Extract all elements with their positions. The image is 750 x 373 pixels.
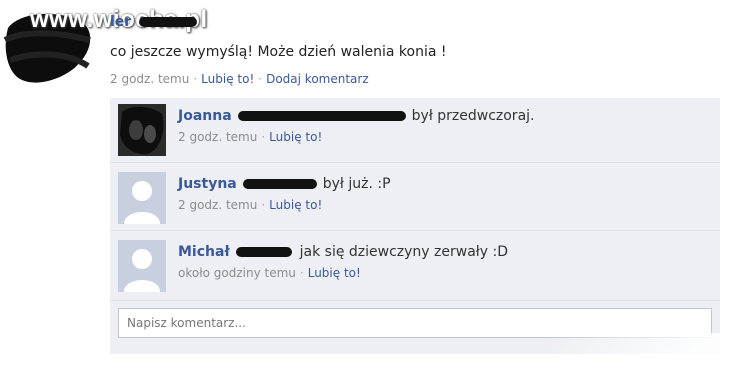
name-redaction: [242, 179, 317, 189]
comment-author-name[interactable]: Justyna: [178, 176, 237, 192]
comment-author-name[interactable]: Joanna: [178, 108, 232, 124]
comment-justyna: Justyna był już. :P 2 godz. temu · Lubię t…: [110, 166, 720, 231]
name-redaction: [139, 17, 198, 27]
comment-like-link[interactable]: Lubię to!: [269, 198, 322, 212]
comment-time: 2 godz. temu: [178, 198, 258, 212]
name-redaction: [237, 111, 406, 121]
comment-text: jak się dziewczyny zerwały :D: [299, 244, 508, 260]
post-text: co jeszcze wymyślą! Może dzień walenia k…: [110, 44, 447, 60]
post-author[interactable]: ler: [110, 14, 198, 30]
screenshot-glare: [550, 333, 750, 373]
post-meta: 2 godz. temu · Lubię to! · Dodaj komentarz: [110, 72, 369, 86]
add-comment-link[interactable]: Dodaj komentarz: [266, 72, 369, 86]
post-time: 2 godz. temu: [110, 72, 190, 86]
comment-meta: około godziny temu · Lubię to!: [178, 266, 361, 280]
avatar[interactable]: [118, 104, 166, 156]
comment-time: 2 godz. temu: [178, 130, 258, 144]
comment-joanna: Joanna był przedwczoraj. 2 godz. temu · Lu…: [110, 98, 720, 163]
post-author-name[interactable]: ler: [110, 14, 131, 30]
comment-meta: 2 godz. temu · Lubię to!: [178, 198, 323, 212]
comment-like-link[interactable]: Lubię to!: [269, 130, 322, 144]
name-redaction: [235, 247, 292, 257]
comment-time: około godziny temu: [178, 266, 296, 280]
comment-meta: 2 godz. temu · Lubię to!: [178, 130, 323, 144]
default-avatar-icon[interactable]: [118, 172, 166, 224]
post-like-link[interactable]: Lubię to!: [201, 72, 254, 86]
comment-michal: Michał jak się dziewczyny zerwały :D oko…: [110, 234, 720, 301]
comment-like-link[interactable]: Lubię to!: [308, 266, 361, 280]
comments-section: Joanna był przedwczoraj. 2 godz. temu · Lu…: [110, 98, 720, 354]
default-avatar-icon[interactable]: [118, 240, 166, 292]
comment-text: był już. :P: [322, 176, 391, 192]
comment-author-name[interactable]: Michał: [178, 244, 230, 260]
comment-text: był przedwczoraj.: [411, 108, 535, 124]
